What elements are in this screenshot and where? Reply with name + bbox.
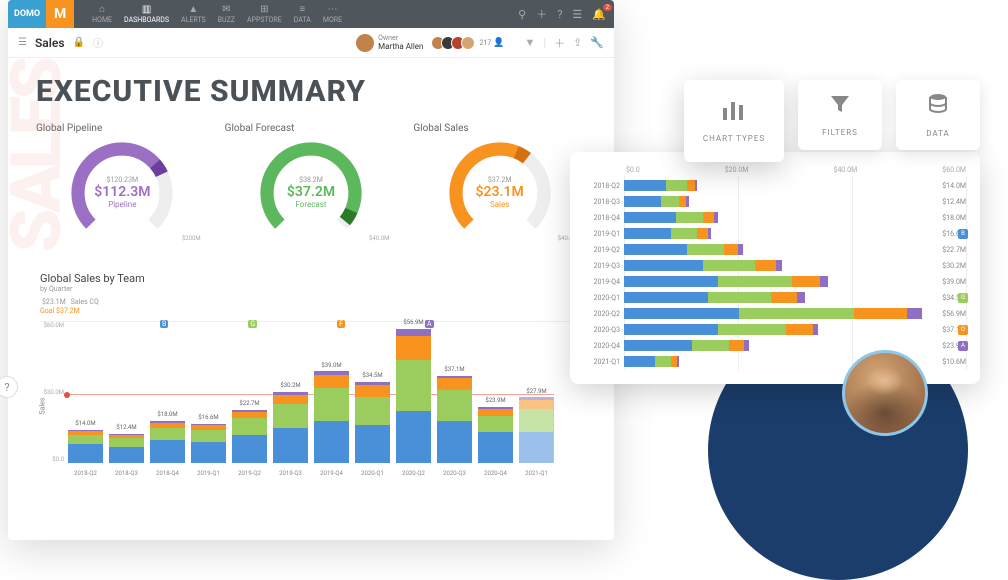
filter-icon xyxy=(829,94,851,120)
series-badge: B xyxy=(958,229,968,239)
bar-column[interactable]: $30.2M2019-Q3 xyxy=(273,322,308,463)
people-icon[interactable]: 👤 xyxy=(493,38,504,48)
owner-avatar[interactable] xyxy=(356,34,374,52)
lock-icon: 🔒 xyxy=(72,37,84,48)
hbar-row[interactable]: 2019-Q1$16.6MB xyxy=(580,226,966,241)
hbar-row[interactable]: 2019-Q3$30.2M xyxy=(580,258,966,273)
nav-dashboards[interactable]: ▥DASHBOARDS xyxy=(124,4,169,24)
series-badge: G xyxy=(958,293,968,303)
bar-column[interactable]: $23.9M2020-Q4 xyxy=(478,322,513,463)
horizontal-bar-card: $0.0$20.0M$40.0M$60.0M 2018-Q2$14.0M2018… xyxy=(570,152,980,384)
sales-by-team-card: Global Sales by Team by Quarter $23.1M S… xyxy=(36,262,586,491)
hamburger-icon[interactable]: ☰ xyxy=(18,37,27,48)
owner-name: Martha Allen xyxy=(378,42,423,51)
gauge-pipeline[interactable]: Global Pipeline $120.23M $112.3M Pipelin… xyxy=(36,123,209,248)
bar-column[interactable]: $12.4M2018-Q3 xyxy=(109,322,144,463)
bar-column[interactable]: $22.7M2019-Q2 xyxy=(232,322,267,463)
settings-icon[interactable]: 🔧 xyxy=(590,36,604,49)
help-icon[interactable]: ? xyxy=(557,8,562,21)
hbar-row[interactable]: 2019-Q4$39.0M xyxy=(580,274,966,289)
hbar-row[interactable]: 2018-Q2$14.0M xyxy=(580,178,966,193)
logo-m[interactable]: M xyxy=(46,0,74,28)
nav-buzz[interactable]: ✉BUZZ xyxy=(218,4,235,24)
add-card-icon[interactable]: ＋ xyxy=(554,35,565,51)
share-icon[interactable]: ⇪ xyxy=(573,36,582,49)
search-icon[interactable]: ⚲ xyxy=(518,8,526,21)
page-subbar: ☰ Sales 🔒 ⓘ Owner Martha Allen 217 👤 ▼ |… xyxy=(8,28,614,58)
chart-value: $23.1M Sales CQ xyxy=(40,293,582,307)
gauge-forecast[interactable]: Global Forecast $38.2M $37.2M Forecast $… xyxy=(225,123,398,248)
top-nav: DOMO M ⌂HOME ▥DASHBOARDS ▲ALERTS ✉BUZZ ⊞APPS… xyxy=(8,0,614,28)
tool-data[interactable]: DATA xyxy=(896,80,980,150)
goal-label: Goal $37.2M xyxy=(40,307,582,315)
bar-column[interactable]: $14.0M2018-Q2 xyxy=(68,322,103,463)
gauge-sales[interactable]: Global Sales $37.2M $23.1M Sales $40.0M xyxy=(413,123,586,248)
page-name: Sales xyxy=(35,36,65,50)
menu-icon[interactable]: ☰ xyxy=(572,8,582,21)
filter-icon[interactable]: ▼ xyxy=(525,36,536,49)
chart-icon xyxy=(721,100,747,126)
people-count: 217 xyxy=(479,39,491,47)
hbar-row[interactable]: 2018-Q3$12.4M xyxy=(580,194,966,209)
page-title: EXECUTIVE SUMMARY xyxy=(36,74,586,109)
nav-data[interactable]: ≡DATA xyxy=(294,4,311,24)
bar-column[interactable]: $56.9M2020-Q2 xyxy=(396,322,431,463)
series-badge: O xyxy=(958,325,968,335)
tool-chart-types[interactable]: CHART TYPES xyxy=(684,80,784,162)
hbar-row[interactable]: 2020-Q1$34.5MG xyxy=(580,290,966,305)
nav-appstore[interactable]: ⊞APPSTORE xyxy=(247,4,282,24)
bar-column[interactable]: $39.0M2019-Q4 xyxy=(314,322,349,463)
info-icon[interactable]: ⓘ xyxy=(93,35,103,50)
nav-alerts[interactable]: ▲ALERTS xyxy=(181,4,206,24)
tool-filters[interactable]: FILTERS xyxy=(798,80,882,150)
user-photo[interactable] xyxy=(842,350,928,436)
bar-column[interactable]: $27.9M2021-Q1 xyxy=(519,322,554,463)
nav-home[interactable]: ⌂HOME xyxy=(92,4,112,24)
bar-column[interactable]: $16.6M2019-Q1 xyxy=(191,322,226,463)
hbar-row[interactable]: 2020-Q3$37.1MO xyxy=(580,322,966,337)
nav-more[interactable]: ⋯MORE xyxy=(323,4,342,24)
shared-avatar[interactable] xyxy=(461,36,475,50)
bar-column[interactable]: $37.1M2020-Q3 xyxy=(437,322,472,463)
data-icon xyxy=(928,93,948,121)
hbar-row[interactable]: 2020-Q4$23.9MA xyxy=(580,338,966,353)
notifications-icon[interactable]: 🔔2 xyxy=(592,8,606,21)
hbar-row[interactable]: 2020-Q2$56.9M xyxy=(580,306,966,321)
hbar-row[interactable]: 2018-Q4$18.0M xyxy=(580,210,966,225)
dashboard-panel: SALES DOMO M ⌂HOME▥DASHBOARDS▲ALERTS✉BUZ… xyxy=(8,0,614,540)
add-icon[interactable]: ＋ xyxy=(536,6,547,22)
logo-domo[interactable]: DOMO xyxy=(8,0,46,28)
series-badge: A xyxy=(958,341,968,351)
bar-column[interactable]: $18.0M2018-Q4 xyxy=(150,322,185,463)
chart-subtitle: by Quarter xyxy=(40,285,582,293)
stacked-bar-chart[interactable]: Sales $60.0M$30.0M$0.0 B G F A $14.0M201… xyxy=(40,321,582,481)
owner-label: Owner xyxy=(378,35,423,42)
chart-title: Global Sales by Team xyxy=(40,272,582,285)
bar-column[interactable]: $34.5M2020-Q1 xyxy=(355,322,390,463)
hbar-row[interactable]: 2019-Q2$22.7M xyxy=(580,242,966,257)
